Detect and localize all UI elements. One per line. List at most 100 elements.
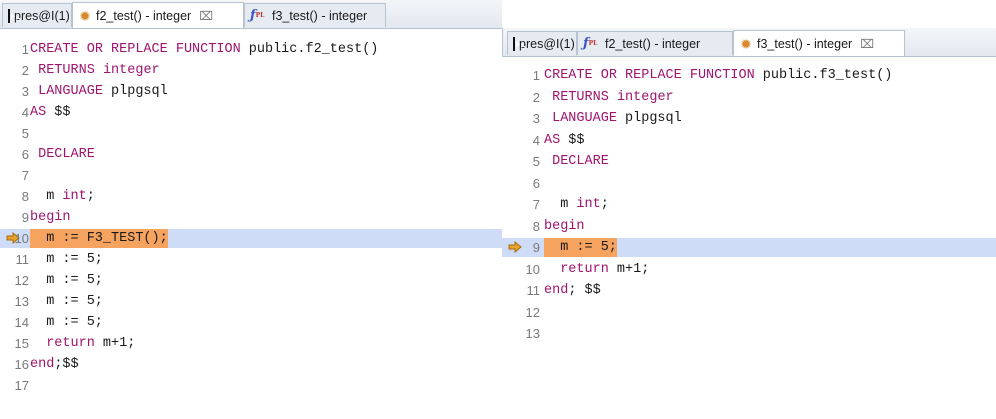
code-text: AS $$ (544, 132, 585, 148)
code-line[interactable]: 2 RETURNS integer (0, 61, 502, 80)
code-text: return m+1; (560, 261, 650, 277)
code-text: m int; (30, 189, 95, 204)
code-text: m := 5; (30, 294, 103, 309)
code-line[interactable]: 11 end; $$ (502, 281, 996, 300)
function-icon: ƒPL (583, 35, 598, 51)
code-text: begin (30, 210, 71, 225)
code-text: DECLARE (38, 147, 95, 162)
code-line[interactable]: 4 AS $$ (502, 131, 996, 150)
line-number: 9 (532, 240, 540, 255)
line-number: 4 (21, 105, 29, 120)
tab-pres-console[interactable]: pres@I(1) (507, 31, 577, 55)
code-text: CREATE OR REPLACE FUNCTION public.f3_tes… (544, 68, 893, 83)
line-number: 11 (526, 283, 541, 298)
code-line[interactable]: 6 DECLARE (0, 145, 502, 164)
line-number: 1 (532, 68, 540, 83)
line-number: 2 (21, 63, 29, 78)
console-icon (8, 8, 20, 23)
code-line[interactable]: 12 (502, 303, 996, 322)
code-line[interactable]: 4 AS $$ (0, 103, 502, 122)
tab-pres-console[interactable]: pres@I(1) (2, 3, 72, 27)
code-text: RETURNS integer (552, 89, 674, 105)
line-number: 8 (21, 189, 29, 204)
tab-label: pres@I(1) (519, 36, 575, 51)
tab-label: f2_test() - integer (605, 36, 701, 51)
line-number: 16 (14, 357, 29, 372)
line-number: 14 (14, 315, 29, 330)
line-number: 10 (525, 261, 540, 277)
bug-icon: ✹ (79, 7, 91, 24)
code-text: return m+1; (46, 336, 136, 351)
close-icon[interactable]: ⌧ (860, 37, 874, 51)
function-icon: ƒPL (250, 7, 265, 23)
code-line[interactable]: 3 LANGUAGE plpgsql (502, 109, 996, 128)
line-number: 7 (21, 168, 29, 183)
line-number: 10 (14, 231, 29, 246)
code-line[interactable]: 7 (0, 166, 502, 185)
code-text: RETURNS integer (38, 63, 160, 78)
code-line[interactable]: 17 (0, 376, 502, 395)
line-number: 17 (14, 378, 29, 393)
code-text: end;$$ (30, 357, 79, 372)
line-number: 2 (532, 89, 540, 105)
code-text: m := F3_TEST(); (30, 229, 168, 248)
left-tab-bar: pres@I(1) ✹ f2_test() - integer ⌧ ƒPL f3… (0, 0, 502, 29)
tab-label: pres@I(1) (14, 8, 70, 23)
line-number: 3 (21, 84, 29, 99)
code-text: CREATE OR REPLACE FUNCTION public.f2_tes… (30, 42, 379, 57)
close-icon[interactable]: ⌧ (199, 9, 213, 23)
code-text: m := 5; (30, 252, 103, 267)
code-line[interactable]: 5 DECLARE (502, 152, 996, 171)
code-text: m := 5; (30, 315, 103, 330)
code-text: m int; (544, 197, 609, 212)
bug-icon: ✹ (740, 35, 752, 52)
code-line[interactable]: 1 CREATE OR REPLACE FUNCTION public.f2_te… (0, 40, 502, 59)
current-execution-line[interactable]: 10 m := F3_TEST(); (0, 229, 502, 248)
code-line[interactable]: 9 begin (0, 208, 502, 227)
line-number: 15 (14, 336, 29, 351)
code-line[interactable]: 15 return m+1; (0, 334, 502, 353)
code-line[interactable]: 14 m := 5; (0, 313, 502, 332)
right-editor-panel: pres@I(1) ƒPL f2_test() - integer ✹ f3_t… (502, 28, 996, 358)
console-icon (513, 36, 525, 51)
line-number: 4 (532, 132, 540, 148)
code-line[interactable]: 11 m := 5; (0, 250, 502, 269)
code-line[interactable]: 3 LANGUAGE plpgsql (0, 82, 502, 101)
tab-f3-test[interactable]: ƒPL f3_test() - integer (244, 3, 386, 27)
code-line[interactable]: 8 begin (502, 217, 996, 236)
code-text: begin (544, 218, 585, 234)
line-number: 7 (532, 197, 540, 212)
code-line[interactable]: 5 (0, 124, 502, 143)
code-line[interactable]: 13 m := 5; (0, 292, 502, 311)
left-editor-panel: pres@I(1) ✹ f2_test() - integer ⌧ ƒPL f3… (0, 0, 502, 419)
code-text: end; $$ (544, 283, 601, 298)
tab-f2-test[interactable]: ƒPL f2_test() - integer (577, 31, 733, 55)
tab-label: f3_test() - integer (272, 8, 368, 23)
current-execution-line[interactable]: 9 m := 5; (502, 238, 996, 257)
line-number: 9 (21, 210, 29, 225)
tab-f3-test[interactable]: ✹ f3_test() - integer ⌧ (733, 30, 905, 56)
code-line[interactable]: 2 RETURNS integer (502, 88, 996, 107)
code-line[interactable]: 13 (502, 324, 996, 343)
code-line[interactable]: 6 (502, 174, 996, 193)
line-number: 11 (15, 252, 30, 267)
code-line[interactable]: 10 return m+1; (502, 260, 996, 279)
line-number: 5 (21, 126, 29, 141)
code-text: DECLARE (552, 154, 609, 169)
code-line[interactable]: 1 CREATE OR REPLACE FUNCTION public.f3_te… (502, 66, 996, 85)
tab-label: f2_test() - integer (96, 8, 192, 23)
code-text: m := 5; (544, 238, 617, 257)
code-text: LANGUAGE plpgsql (38, 84, 168, 99)
line-number: 8 (532, 218, 540, 234)
code-line[interactable]: 7 m int; (502, 195, 996, 214)
line-number: 3 (532, 111, 540, 126)
line-number: 6 (532, 175, 540, 191)
code-line[interactable]: 16 end;$$ (0, 355, 502, 374)
tab-f2-test[interactable]: ✹ f2_test() - integer ⌧ (72, 2, 244, 28)
code-line[interactable]: 8 m int; (0, 187, 502, 206)
right-tab-bar: pres@I(1) ƒPL f2_test() - integer ✹ f3_t… (502, 28, 996, 57)
code-line[interactable]: 12 m := 5; (0, 271, 502, 290)
line-number: 13 (14, 294, 29, 309)
tab-label: f3_test() - integer (757, 36, 853, 51)
line-number: 13 (525, 326, 540, 341)
